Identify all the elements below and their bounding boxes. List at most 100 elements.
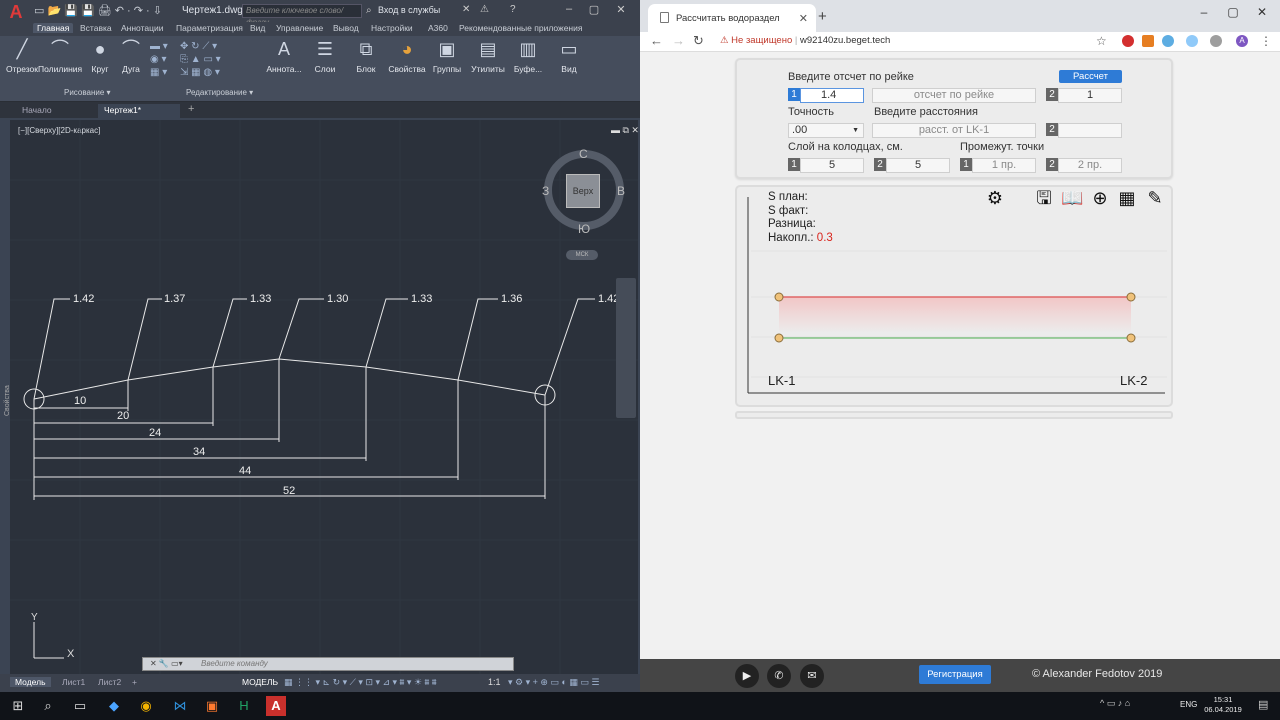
tab-sheet2[interactable]: Лист2 <box>98 677 121 687</box>
language-indicator[interactable]: ENG <box>1180 700 1197 709</box>
tab-model[interactable]: Модель <box>10 677 51 687</box>
page-icon <box>660 12 669 23</box>
tray-icons[interactable]: ^ ▭ ♪ ⌂ <box>1100 698 1130 709</box>
ucs-y-label: Y <box>31 612 38 623</box>
browser-window: Рассчитать водораздел ✕ + – ▢ ✕ ← → ↻ ⚠ … <box>640 0 1280 692</box>
crosshair-icon[interactable]: ⊕ <box>1089 187 1111 209</box>
book-icon[interactable]: 📖 <box>1061 187 1083 209</box>
tab-sheet1[interactable]: Лист1 <box>62 677 85 687</box>
intermediate-point-1[interactable]: 1 пр. <box>972 158 1036 173</box>
node-point[interactable] <box>1126 292 1136 302</box>
menu-kebab-icon[interactable]: ⋮ <box>1260 34 1272 48</box>
layer-label: Слой на колодцах, см. <box>788 141 903 153</box>
node-point[interactable] <box>774 292 784 302</box>
clock-time: 15:31 <box>1213 695 1233 704</box>
profile-polyline[interactable] <box>33 358 546 400</box>
viewcube-south[interactable]: Ю <box>578 222 590 236</box>
windows-start-icon[interactable]: ⊞ <box>8 696 28 716</box>
mail-icon[interactable]: ✉ <box>800 664 824 688</box>
browser-tab[interactable]: Рассчитать водораздел ✕ <box>648 4 816 32</box>
settings-gear-icon[interactable]: ⚙ <box>984 187 1006 209</box>
url-field[interactable]: ⚠ Не защищено | w92140zu.beget.tech <box>720 35 890 46</box>
layer-input-2[interactable]: 5 <box>886 158 950 173</box>
elevation-label: 1.36 <box>501 293 523 305</box>
grid-plus-icon[interactable]: ▦ <box>1116 187 1138 209</box>
extension-icon[interactable] <box>1210 35 1222 47</box>
close-tab-icon[interactable]: ✕ <box>799 12 808 25</box>
status-bar: Модель Лист1 Лист2 + МОДЕЛЬ ▦ ⋮⋮ ▾ ⊾ ↻ ▾… <box>0 674 640 692</box>
vscode-icon[interactable]: ⋈ <box>170 696 190 716</box>
clock[interactable]: 15:31 06.04.2019 <box>1198 695 1248 715</box>
command-icons[interactable]: ✕ 🔧 ▭▾ <box>150 659 183 668</box>
register-button[interactable]: Регистрация <box>919 665 991 684</box>
status-toggles[interactable]: ▦ ⋮⋮ ▾ ⊾ ↻ ▾ ⟋ ▾ ⊡ ▾ ⊿ ▾ ⩩ ▾ ☀ ⩩ ⩩ <box>284 677 437 688</box>
intermediate-point-2[interactable]: 2 пр. <box>1058 158 1122 173</box>
model-space-button[interactable]: МОДЕЛЬ <box>242 677 278 687</box>
reading-input-1b[interactable]: отсчет по рейке <box>872 88 1036 103</box>
intermediate-label: Промежут. точки <box>960 141 1045 153</box>
distance-input[interactable]: расст. от LK-1 <box>872 123 1036 138</box>
extension-icon[interactable] <box>1122 35 1134 47</box>
distance-label: 20 <box>117 410 130 422</box>
node-point[interactable] <box>1126 333 1136 343</box>
viewcube-west[interactable]: З <box>542 184 549 198</box>
notification-icon[interactable]: ▤ <box>1258 698 1268 711</box>
back-button[interactable]: ← <box>650 33 663 48</box>
reload-button[interactable]: ↻ <box>693 33 704 49</box>
node-point[interactable] <box>774 333 784 343</box>
extension-icon[interactable] <box>1186 35 1198 47</box>
phone-icon[interactable]: ✆ <box>767 664 791 688</box>
calculate-button[interactable]: Рассчет <box>1059 70 1122 83</box>
address-bar: ← → ↻ ⚠ Не защищено | w92140zu.beget.tec… <box>640 32 1280 52</box>
browser-maximize-button[interactable]: ▢ <box>1223 5 1243 19</box>
viewcube-east[interactable]: В <box>617 184 625 198</box>
browser-minimize-button[interactable]: – <box>1194 5 1214 19</box>
save-icon[interactable]: 🖫 <box>1033 187 1055 209</box>
new-tab-button[interactable]: + <box>818 8 827 25</box>
wcs-menu[interactable]: МСК <box>566 250 598 260</box>
command-input[interactable]: Введите команду <box>142 657 514 671</box>
field-number-badge: 2 <box>1046 158 1058 171</box>
elevation-label: 1.37 <box>164 293 186 305</box>
distance-label: 44 <box>239 465 252 477</box>
accum-row: Накопл.: 0.3 <box>768 232 833 246</box>
accum-value: 0.3 <box>816 231 833 244</box>
reading-input-2[interactable]: 1 <box>1058 88 1122 103</box>
navigation-bar[interactable] <box>616 278 636 418</box>
annotation-scale[interactable]: 1:1 <box>488 677 501 687</box>
dimension-lines <box>33 359 546 500</box>
status-tools[interactable]: ▾ ⚙ ▾ + ⊕ ▭ ◐ ▦ ▭ ☰ <box>508 677 599 688</box>
profile-avatar[interactable]: A <box>1236 35 1248 47</box>
layer-input-1[interactable]: 5 <box>800 158 864 173</box>
browser-close-button[interactable]: ✕ <box>1252 5 1272 19</box>
app-icon[interactable]: ▣ <box>202 696 222 716</box>
forward-button[interactable]: → <box>672 33 685 48</box>
field-number-badge: 1 <box>960 158 972 171</box>
insecure-label: Не защищено <box>731 35 793 46</box>
well-left-label: LK-1 <box>768 373 796 388</box>
bookmark-star-icon[interactable]: ☆ <box>1096 34 1107 48</box>
search-icon[interactable]: ⌕ <box>38 696 58 716</box>
empty-card <box>735 411 1173 419</box>
extension-icon[interactable] <box>1162 35 1174 47</box>
input-form-card: Введите отсчет по рейке Рассчет 1 1.4 от… <box>735 58 1173 179</box>
elevation-label: 1.42 <box>73 293 95 305</box>
distance-input-2[interactable] <box>1058 123 1122 138</box>
viewcube-top-face[interactable]: Верх <box>566 174 600 208</box>
url-separator: | <box>794 35 798 46</box>
app-icon[interactable]: ◆ <box>104 696 124 716</box>
task-view-icon[interactable]: ▭ <box>70 696 90 716</box>
edit-list-icon[interactable]: ✎ <box>1144 187 1166 209</box>
precision-select[interactable]: .00 ▼ <box>788 123 864 138</box>
autocad-taskbar-icon[interactable]: A <box>266 696 286 716</box>
chrome-icon[interactable]: ◉ <box>136 696 156 716</box>
add-layout-icon[interactable]: + <box>132 677 137 687</box>
viewcube-north[interactable]: С <box>579 147 588 161</box>
results-text: S план: S факт: Разница: Накопл.: 0.3 <box>768 191 833 245</box>
app-icon[interactable]: H <box>234 696 254 716</box>
youtube-icon[interactable]: ▶ <box>735 664 759 688</box>
extension-icon[interactable] <box>1142 35 1154 47</box>
s-plan-label: S план: <box>768 191 808 203</box>
precision-label: Точность <box>788 106 834 118</box>
reading-input-1[interactable]: 1.4 <box>800 88 864 103</box>
